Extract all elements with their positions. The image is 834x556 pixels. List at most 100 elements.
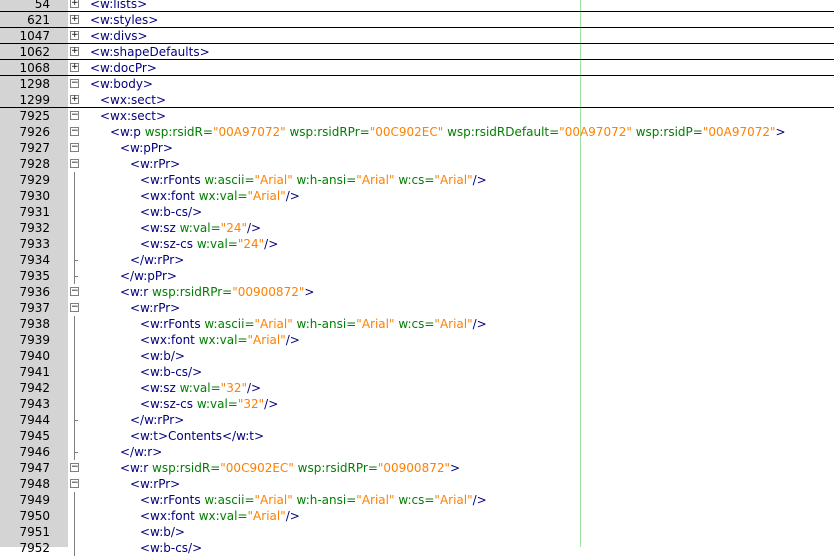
code-text[interactable]: <w:shapeDefaults> — [90, 44, 210, 59]
code-text[interactable]: <w:styles> — [90, 12, 158, 27]
code-text[interactable]: <wx:sect> — [100, 92, 166, 107]
code-line[interactable]: 7948 <w:rPr> — [0, 476, 834, 492]
code-line[interactable]: 7945 <w:t>Contents</w:t> — [0, 428, 834, 444]
code-line[interactable]: 7951 <w:b/> — [0, 524, 834, 540]
xml-attribute: w:val= — [196, 237, 238, 251]
code-text[interactable]: <w:docPr> — [90, 60, 157, 75]
code-line[interactable]: 7926<w:p wsp:rsidR="00A97072" wsp:rsidRP… — [0, 124, 834, 140]
code-line[interactable]: 7933 <w:sz-cs w:val="24"/> — [0, 236, 834, 252]
collapse-icon[interactable] — [70, 143, 79, 152]
line-number: 7929 — [19, 173, 50, 187]
code-text[interactable]: </w:rPr> — [130, 412, 184, 428]
code-text[interactable]: <w:pPr> — [120, 140, 173, 156]
code-text[interactable]: <w:rFonts w:ascii="Arial" w:h-ansi="Aria… — [140, 492, 487, 508]
code-text[interactable]: <w:rPr> — [130, 300, 180, 316]
collapse-icon[interactable] — [70, 463, 79, 472]
xml-value: "00A97072" — [702, 125, 776, 139]
collapse-icon[interactable] — [70, 479, 79, 488]
code-line[interactable]: 1068 <w:docPr> — [0, 60, 834, 76]
collapse-icon[interactable] — [70, 159, 79, 168]
code-line[interactable]: 7949 <w:rFonts w:ascii="Arial" w:h-ansi="… — [0, 492, 834, 508]
collapse-icon[interactable] — [70, 303, 79, 312]
code-text[interactable]: <w:b-cs/> — [140, 204, 202, 220]
code-text[interactable]: <w:r wsp:rsidRPr="00900872"> — [120, 284, 314, 300]
code-line[interactable]: 7937 <w:rPr> — [0, 300, 834, 316]
line-number: 7948 — [19, 477, 50, 491]
line-number: 7940 — [19, 349, 50, 363]
code-text[interactable]: <w:rFonts w:ascii="Arial" w:h-ansi="Aria… — [140, 316, 487, 332]
code-line[interactable]: 621 <w:styles> — [0, 12, 834, 28]
code-line[interactable]: 7944 </w:rPr> — [0, 412, 834, 428]
code-text[interactable]: <w:divs> — [90, 28, 148, 43]
code-text[interactable]: <wx:font wx:val="Arial"/> — [140, 188, 300, 204]
code-line[interactable]: 7947 <w:r wsp:rsidR="00C902EC" wsp:rsidRP… — [0, 460, 834, 476]
code-text[interactable]: </w:pPr> — [120, 268, 177, 284]
code-text[interactable]: <w:b/> — [140, 348, 185, 364]
expand-icon[interactable] — [70, 47, 79, 56]
code-text[interactable]: <w:b-cs/> — [140, 540, 202, 556]
xml-value: "Arial" — [434, 493, 473, 507]
code-line[interactable]: 7927 <w:pPr> — [0, 140, 834, 156]
code-line[interactable]: 7950 <wx:font wx:val="Arial"/> — [0, 508, 834, 524]
code-text[interactable]: </w:r> — [120, 444, 162, 460]
code-line[interactable]: 7934 </w:rPr> — [0, 252, 834, 268]
code-text[interactable]: <wx:sect> — [100, 108, 166, 124]
collapse-icon[interactable] — [70, 111, 79, 120]
expand-icon[interactable] — [70, 95, 79, 104]
code-line[interactable]: 7940 <w:b/> — [0, 348, 834, 364]
code-line[interactable]: 7929 <w:rFonts w:ascii="Arial" w:h-ansi="… — [0, 172, 834, 188]
code-line[interactable]: 1047 <w:divs> — [0, 28, 834, 44]
code-text[interactable]: <w:b-cs/> — [140, 364, 202, 380]
xml-attribute: wsp:rsidP= — [631, 125, 703, 139]
code-line[interactable]: 7941 <w:b-cs/> — [0, 364, 834, 380]
code-text[interactable]: <w:body> — [90, 76, 153, 92]
code-text[interactable]: <w:rFonts w:ascii="Arial" w:h-ansi="Aria… — [140, 172, 487, 188]
collapse-icon[interactable] — [70, 127, 79, 136]
code-text[interactable]: <wx:font wx:val="Arial"/> — [140, 508, 300, 524]
code-text[interactable]: <w:sz-cs w:val="24"/> — [140, 236, 278, 252]
code-line[interactable]: 7943 <w:sz-cs w:val="32"/> — [0, 396, 834, 412]
code-text[interactable]: <w:rPr> — [130, 156, 180, 172]
line-number: 54 — [34, 0, 50, 11]
code-line[interactable]: 54 <w:lists> — [0, 0, 834, 12]
code-line[interactable]: 7935 </w:pPr> — [0, 268, 834, 284]
fold-line — [74, 540, 75, 556]
expand-icon[interactable] — [70, 15, 79, 24]
code-text[interactable]: <w:b/> — [140, 524, 185, 540]
code-text[interactable]: <w:r wsp:rsidR="00C902EC" wsp:rsidRPr="0… — [120, 460, 460, 476]
code-text[interactable]: </w:rPr> — [130, 252, 184, 268]
code-line[interactable]: 7938 <w:rFonts w:ascii="Arial" w:h-ansi="… — [0, 316, 834, 332]
xml-value: "Arial" — [247, 509, 286, 523]
code-line[interactable]: 7952 <w:b-cs/> — [0, 540, 834, 556]
code-line[interactable]: 7930 <wx:font wx:val="Arial"/> — [0, 188, 834, 204]
code-line[interactable]: 7939 <wx:font wx:val="Arial"/> — [0, 332, 834, 348]
fold-line — [74, 508, 75, 524]
xml-tag: <w:docPr> — [90, 61, 157, 75]
code-text[interactable]: <w:lists> — [90, 0, 147, 11]
code-text[interactable]: <w:p wsp:rsidR="00A97072" wsp:rsidRPr="0… — [110, 124, 786, 140]
code-line[interactable]: 7942 <w:sz w:val="32"/> — [0, 380, 834, 396]
code-text[interactable]: <w:rPr> — [130, 476, 180, 492]
code-line[interactable]: 1298 <w:body> — [0, 76, 834, 92]
collapse-icon[interactable] — [70, 79, 79, 88]
code-text[interactable]: <w:sz-cs w:val="32"/> — [140, 396, 278, 412]
xml-attribute: w:val= — [179, 381, 221, 395]
collapse-icon[interactable] — [70, 287, 79, 296]
line-number: 7945 — [19, 429, 50, 443]
expand-icon[interactable] — [70, 0, 79, 8]
code-line[interactable]: 7931 <w:b-cs/> — [0, 204, 834, 220]
code-line[interactable]: 7932 <w:sz w:val="24"/> — [0, 220, 834, 236]
expand-icon[interactable] — [70, 31, 79, 40]
code-text[interactable]: <wx:font wx:val="Arial"/> — [140, 332, 300, 348]
code-line[interactable]: 1062 <w:shapeDefaults> — [0, 44, 834, 60]
code-editor[interactable]: 54 <w:lists>621<w:styles>1047<w:divs>1062… — [0, 0, 834, 556]
code-text[interactable]: <w:sz w:val="32"/> — [140, 380, 261, 396]
code-line[interactable]: 1299 <wx:sect> — [0, 92, 834, 108]
code-line[interactable]: 7946 </w:r> — [0, 444, 834, 460]
code-line[interactable]: 7936 <w:r wsp:rsidRPr="00900872"> — [0, 284, 834, 300]
code-line[interactable]: 7928 <w:rPr> — [0, 156, 834, 172]
code-text[interactable]: <w:t>Contents</w:t> — [130, 428, 264, 444]
code-line[interactable]: 7925 <wx:sect> — [0, 108, 834, 124]
code-text[interactable]: <w:sz w:val="24"/> — [140, 220, 261, 236]
expand-icon[interactable] — [70, 63, 79, 72]
